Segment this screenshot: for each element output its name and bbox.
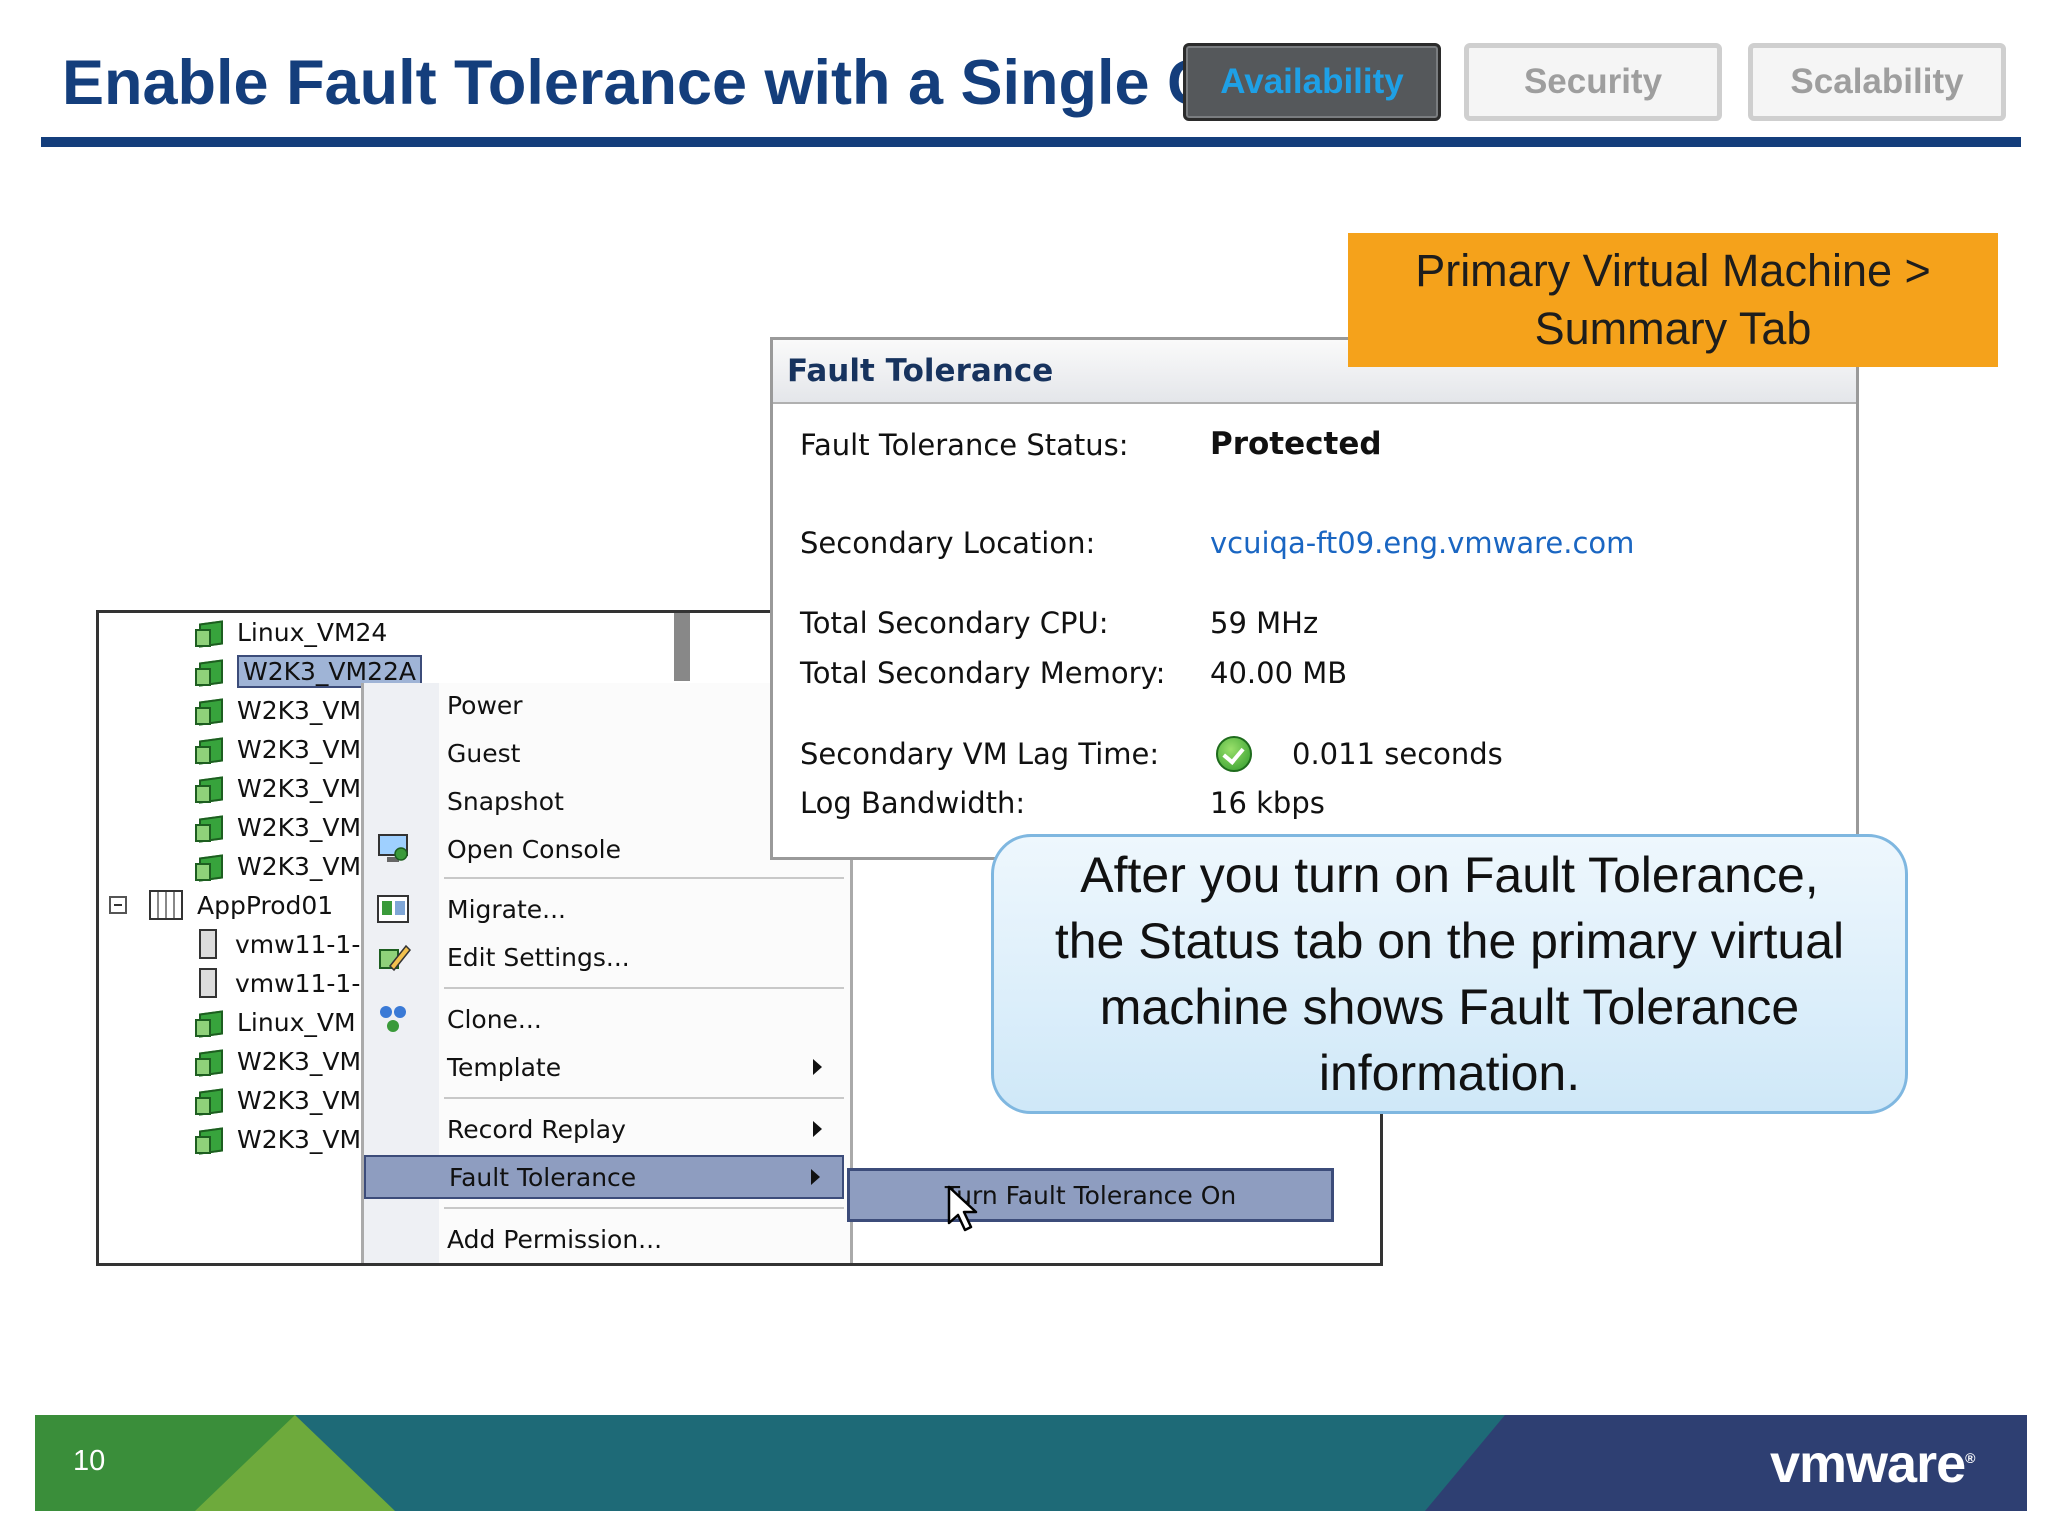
tree-scrollbar[interactable] xyxy=(674,613,690,681)
footer-bar: 10 vmware® xyxy=(35,1415,2027,1511)
submenu-arrow-icon xyxy=(813,1121,822,1137)
menu-item-fault-tolerance[interactable]: Fault Tolerance xyxy=(364,1155,844,1199)
submenu-arrow-icon xyxy=(813,1059,822,1075)
vm-icon xyxy=(195,812,225,843)
panel-title: Fault Tolerance xyxy=(787,353,1054,389)
vm-icon xyxy=(195,773,225,804)
console-icon xyxy=(376,832,412,866)
secondary-location-link[interactable]: vcuiqa-ft09.eng.vmware.com xyxy=(1210,526,1634,560)
tree-item-label: W2K3_VM xyxy=(237,812,362,842)
footer-triangle xyxy=(195,1415,395,1511)
tree-item[interactable]: W2K3_VM xyxy=(195,1043,361,1079)
secondary-memory-value: 40.00 MB xyxy=(1210,656,1348,690)
tab-security[interactable]: Security xyxy=(1464,43,1722,121)
callout-line-2: Summary Tab xyxy=(1534,303,1812,354)
tree-item[interactable]: W2K3_VM xyxy=(195,692,361,728)
tree-item[interactable]: W2K3_VM xyxy=(195,848,361,884)
check-icon xyxy=(1216,736,1252,772)
status-value: Protected xyxy=(1210,426,1382,462)
vm-icon xyxy=(195,617,225,648)
tree-item[interactable]: Linux_VM24 xyxy=(195,614,387,650)
collapse-icon[interactable] xyxy=(109,896,127,914)
summary-tab-callout: Primary Virtual Machine > Summary Tab xyxy=(1348,233,1998,367)
datacenter-icon xyxy=(149,890,183,920)
vm-icon xyxy=(195,1085,225,1116)
tree-item-label: Linux_VM24 xyxy=(237,617,388,647)
tree-item-datacenter[interactable]: AppProd01 xyxy=(109,887,333,923)
tree-item-label: W2K3_VM xyxy=(237,851,362,881)
tree-item[interactable]: W2K3_VM xyxy=(195,731,361,767)
tree-item[interactable]: W2K3_VM xyxy=(195,1121,361,1157)
secondary-cpu-label: Total Secondary CPU: xyxy=(800,606,1109,640)
tree-item[interactable]: W2K3_VM xyxy=(195,770,361,806)
page-number: 10 xyxy=(73,1445,106,1477)
vm-icon xyxy=(195,851,225,882)
vmware-logo: vmware® xyxy=(1770,1434,1976,1494)
tree-item[interactable]: W2K3_VM xyxy=(195,1082,361,1118)
tree-item-label: W2K3_VM xyxy=(237,1046,362,1076)
status-label: Fault Tolerance Status: xyxy=(800,428,1129,462)
title-rule xyxy=(41,137,2021,147)
tree-item-label: vmw11-1- xyxy=(235,929,361,959)
menu-item-template[interactable]: Template xyxy=(364,1045,844,1089)
tree-item-label: vmw11-1- xyxy=(235,968,361,998)
vm-icon xyxy=(195,1007,225,1038)
callout-line-1: Primary Virtual Machine > xyxy=(1415,245,1931,296)
tab-scalability[interactable]: Scalability xyxy=(1748,43,2006,121)
secondary-location-label: Secondary Location: xyxy=(800,526,1096,560)
migrate-icon xyxy=(376,892,412,926)
slide-title: Enable Fault Tolerance with a Single Cli… xyxy=(62,48,1318,118)
vm-icon xyxy=(195,734,225,765)
secondary-memory-label: Total Secondary Memory: xyxy=(800,656,1166,690)
secondary-cpu-value: 59 MHz xyxy=(1210,606,1319,640)
menu-separator xyxy=(444,877,844,879)
log-bandwidth-label: Log Bandwidth: xyxy=(800,786,1026,820)
tree-item-host[interactable]: vmw11-1- xyxy=(199,926,360,962)
vm-icon xyxy=(195,656,225,687)
tree-item-host[interactable]: vmw11-1- xyxy=(199,965,360,1001)
log-bandwidth-value: 16 kbps xyxy=(1210,786,1325,820)
menu-item-add-permission[interactable]: Add Permission... xyxy=(364,1217,844,1261)
tree-item-label: W2K3_VM xyxy=(237,734,362,764)
menu-item-clone[interactable]: Clone... xyxy=(364,997,844,1041)
submenu-arrow-icon xyxy=(811,1169,820,1185)
menu-separator xyxy=(444,987,844,989)
edit-settings-icon xyxy=(376,940,412,974)
fault-tolerance-summary-panel: Fault Tolerance Fault Tolerance Status: … xyxy=(770,337,1859,860)
vm-icon xyxy=(195,695,225,726)
menu-separator xyxy=(444,1207,844,1209)
menu-item-edit-settings[interactable]: Edit Settings... xyxy=(364,935,844,979)
vm-icon xyxy=(195,1046,225,1077)
tree-item[interactable]: Linux_VM xyxy=(195,1004,356,1040)
vm-icon xyxy=(195,1124,225,1155)
tree-item-label: AppProd01 xyxy=(197,890,334,920)
tree-item-label: W2K3_VM xyxy=(237,1124,362,1154)
clone-icon xyxy=(376,1002,412,1036)
tree-item-label: Linux_VM xyxy=(237,1007,356,1037)
menu-item-migrate[interactable]: Migrate... xyxy=(364,887,844,931)
menu-item-record-replay[interactable]: Record Replay xyxy=(364,1107,844,1151)
tab-availability[interactable]: Availability xyxy=(1183,43,1441,121)
menu-separator xyxy=(444,1097,844,1099)
host-icon xyxy=(199,968,217,998)
tree-item[interactable]: W2K3_VM xyxy=(195,809,361,845)
tree-item-label: W2K3_VM xyxy=(237,773,362,803)
callout-text: After you turn on Fault Tolerance, the S… xyxy=(1054,847,1845,1101)
explanation-callout: After you turn on Fault Tolerance, the S… xyxy=(991,834,1908,1114)
menu-item-turn-fault-tolerance-on[interactable]: Turn Fault Tolerance On xyxy=(847,1168,1334,1222)
lag-time-label: Secondary VM Lag Time: xyxy=(800,737,1160,771)
lag-time-value: 0.011 seconds xyxy=(1292,737,1503,771)
tree-item-label: W2K3_VM xyxy=(237,1085,362,1115)
host-icon xyxy=(199,929,217,959)
tree-item-label: W2K3_VM xyxy=(237,695,362,725)
